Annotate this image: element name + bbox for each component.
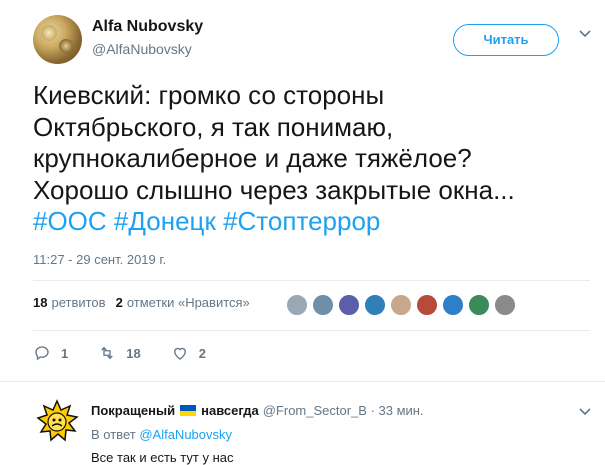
likes-label: отметки «Нравится» (126, 295, 250, 310)
hashtag-link[interactable]: #Донецк (114, 206, 216, 236)
reply-to-prefix: В ответ (91, 427, 136, 442)
tweet-text-line: крупнокалиберное и даже тяжёлое? (33, 143, 472, 173)
tweet-stats: 18 ретвитов 2 отметки «Нравится» (33, 295, 260, 310)
liker-avatar[interactable] (390, 294, 412, 316)
divider (0, 381, 605, 382)
chevron-down-icon[interactable] (578, 27, 592, 41)
retweet-count: 18 (126, 345, 141, 361)
reply-action[interactable]: 1 (33, 344, 68, 362)
liker-avatar[interactable] (416, 294, 438, 316)
liker-avatar[interactable] (468, 294, 490, 316)
like-action[interactable]: 2 (171, 344, 206, 362)
reply-to-mention[interactable]: @AlfaNubovsky (139, 427, 232, 442)
tweet-text: Киевский: громко со стороны Октябрьского… (33, 80, 593, 238)
author-handle[interactable]: @AlfaNubovsky (92, 41, 192, 57)
reply-display-name[interactable]: Покращеный (91, 403, 175, 418)
liker-avatar[interactable] (494, 294, 516, 316)
reply-to: В ответ @AlfaNubovsky (91, 427, 232, 442)
reply-count: 1 (61, 345, 69, 361)
chevron-down-icon[interactable] (578, 405, 592, 419)
tweet-timestamp[interactable]: 11:27 - 29 сент. 2019 г. (33, 252, 166, 267)
tweet-text-line: Киевский: громко со стороны (33, 80, 385, 110)
follow-button[interactable]: Читать (453, 24, 559, 56)
liker-avatar[interactable] (286, 294, 308, 316)
like-count: 2 (198, 345, 206, 361)
heart-icon (173, 347, 186, 360)
tweet-text-line: Хорошо слышно через закрытые окна... (33, 174, 515, 205)
reply-header: Покращеный навсегда @From_Sector_B · 33 … (91, 403, 424, 418)
retweet-action[interactable]: 18 (98, 344, 141, 362)
liker-avatar[interactable] (338, 294, 360, 316)
divider (33, 280, 590, 281)
hashtag-line: #ООС #Донецк #Стоптеррор (33, 206, 593, 238)
author-avatar[interactable] (33, 15, 82, 64)
reply-handle[interactable]: @From_Sector_B (263, 403, 367, 418)
hashtag-link[interactable]: #Стоптеррор (223, 206, 380, 236)
likers-avatars (286, 294, 520, 316)
reply-author-avatar[interactable] (33, 398, 81, 446)
reply-icon (35, 346, 49, 361)
retweets-label: ретвитов (51, 295, 106, 310)
likes-count: 2 (115, 295, 123, 310)
liker-avatar[interactable] (312, 294, 334, 316)
reply-text: Все так и есть тут у нас (91, 450, 234, 465)
reply-time-separator: · (366, 403, 379, 418)
hashtag-link[interactable]: #ООС (33, 206, 107, 236)
author-display-name[interactable]: Alfa Nubovsky (92, 18, 203, 36)
tweet-actions: 1 18 2 (33, 344, 236, 362)
reply-time[interactable]: 33 мин. (379, 403, 424, 418)
tweet-text-line: Октябрьского, я так понимаю, (33, 111, 394, 142)
retweets-stat[interactable]: 18 ретвитов (33, 295, 106, 310)
reply-display-name-suffix[interactable]: навсегда (201, 403, 259, 418)
ukraine-flag-icon (180, 405, 197, 416)
liker-avatar[interactable] (364, 294, 386, 316)
liker-avatar[interactable] (442, 294, 464, 316)
retweets-count: 18 (33, 295, 48, 310)
divider (33, 330, 590, 331)
retweet-icon (101, 346, 113, 360)
likes-stat[interactable]: 2 отметки «Нравится» (116, 295, 250, 310)
